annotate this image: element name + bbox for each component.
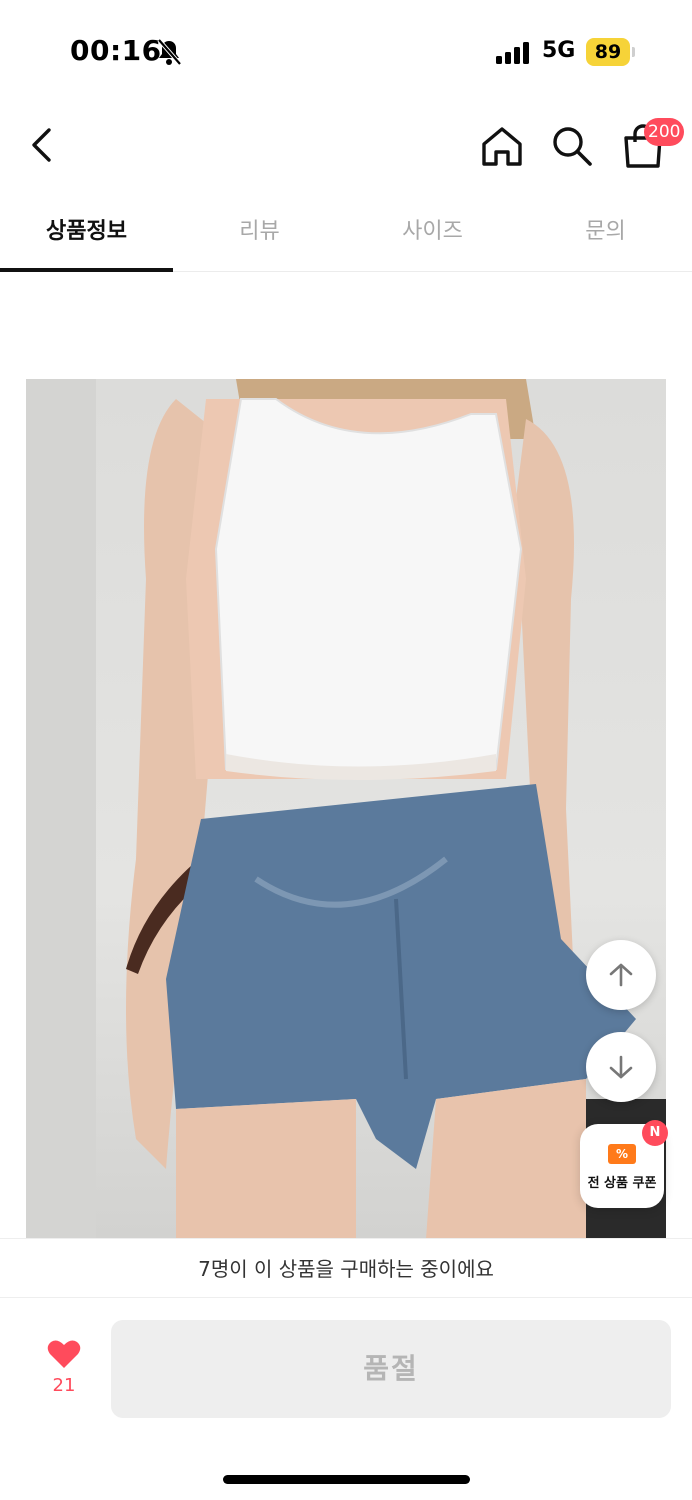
network-type: 5G: [542, 38, 576, 63]
back-arrow-icon[interactable]: [20, 122, 66, 168]
top-nav: 200: [0, 100, 692, 196]
product-photo-illustration: [26, 379, 666, 1239]
buying-now-notice: 7명이 이 상품을 구매하는 중이에요: [0, 1238, 692, 1298]
cart-count-badge: 200: [644, 118, 685, 146]
signal-icon: [496, 42, 529, 64]
tab-product-info[interactable]: 상품정보: [0, 196, 173, 272]
heart-icon: [47, 1340, 81, 1368]
bell-off-icon: [157, 38, 182, 66]
like-button[interactable]: 21: [36, 1339, 92, 1396]
status-bar: 00:16 5G 89: [0, 0, 692, 100]
coupon-icon: %: [608, 1144, 636, 1164]
home-icon[interactable]: [478, 124, 526, 170]
coupon-label: 전 상품 쿠폰: [587, 1176, 657, 1191]
status-time: 00:16: [70, 34, 162, 67]
arrow-down-icon: [609, 1055, 633, 1079]
detail-tabs: 상품정보 리뷰 사이즈 문의: [0, 196, 692, 272]
scroll-bottom-button[interactable]: [586, 1032, 656, 1102]
bottom-action-bar: 21 품절: [0, 1299, 692, 1500]
like-count: 21: [52, 1375, 76, 1396]
battery-tip: [632, 47, 635, 57]
home-indicator: [223, 1475, 470, 1484]
battery-indicator: 89: [586, 38, 630, 66]
coupon-new-badge: N: [642, 1120, 668, 1146]
tab-reviews[interactable]: 리뷰: [173, 196, 346, 271]
scroll-top-button[interactable]: [586, 940, 656, 1010]
soldout-button[interactable]: 품절: [111, 1320, 671, 1418]
arrow-up-icon: [609, 963, 633, 987]
tab-size[interactable]: 사이즈: [346, 196, 519, 271]
search-icon[interactable]: [548, 122, 596, 170]
product-image: [26, 379, 666, 1239]
tab-inquiry[interactable]: 문의: [519, 196, 692, 271]
